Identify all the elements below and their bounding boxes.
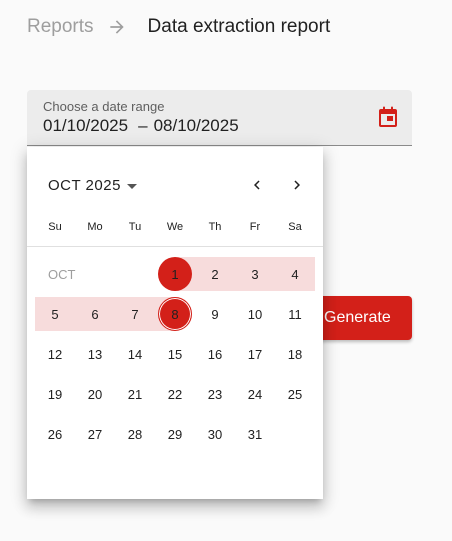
- weekday-label: Th: [208, 221, 222, 233]
- period-select-button[interactable]: OCT 2025: [48, 173, 137, 197]
- day-cell[interactable]: 20: [75, 374, 115, 414]
- day-number: 28: [127, 426, 143, 442]
- weekday-label: Sa: [288, 221, 302, 233]
- day-number: 22: [167, 386, 183, 402]
- day-cell[interactable]: 17: [235, 334, 275, 374]
- day-cell[interactable]: 31: [235, 414, 275, 454]
- calendar-week-row: OCT 1 2 3 4: [35, 254, 315, 294]
- page-title: Data extraction report: [147, 16, 331, 37]
- day-cell[interactable]: 10: [235, 294, 275, 334]
- chevron-left-icon[interactable]: [245, 173, 269, 197]
- day-cell[interactable]: 15: [155, 334, 195, 374]
- day-cell[interactable]: 30: [195, 414, 235, 454]
- day-number: 14: [127, 346, 143, 362]
- day-cell[interactable]: 22: [155, 374, 195, 414]
- day-number: 16: [207, 346, 223, 362]
- day-cell[interactable]: 4: [275, 254, 315, 294]
- empty-day-cell: [75, 254, 115, 294]
- day-number: 17: [247, 346, 263, 362]
- day-cell[interactable]: 3: [235, 254, 275, 294]
- day-number: 30: [207, 426, 223, 442]
- day-number: 27: [87, 426, 103, 442]
- day-number: 31: [247, 426, 263, 442]
- weekday-label: Fr: [249, 221, 261, 233]
- breadcrumb: Reports Data extraction report: [27, 14, 330, 40]
- day-cell[interactable]: 21: [115, 374, 155, 414]
- day-cell[interactable]: 5: [35, 294, 75, 334]
- day-cell[interactable]: 2: [195, 254, 235, 294]
- day-cell[interactable]: 18: [275, 334, 315, 374]
- weekday-label: Mo: [87, 221, 103, 233]
- calendar-week-row: 12 13 14 15 16 17 18: [35, 334, 315, 374]
- calendar-week-row: 19 20 21 22 23 24 25: [35, 374, 315, 414]
- day-number: 18: [287, 346, 303, 362]
- day-number: 4: [291, 266, 299, 282]
- day-cell[interactable]: 25: [275, 374, 315, 414]
- calendar-week-row: 5 6 7 8 9 10 11: [35, 294, 315, 334]
- day-cell[interactable]: 9: [195, 294, 235, 334]
- day-cell[interactable]: 7: [115, 294, 155, 334]
- day-number: 19: [47, 386, 63, 402]
- day-number: 10: [247, 306, 263, 322]
- calendar-icon[interactable]: [377, 106, 399, 128]
- day-cell[interactable]: 27: [75, 414, 115, 454]
- date-range-values: 01/10/2025 – 08/10/2025: [43, 116, 239, 136]
- day-number: 25: [287, 386, 303, 402]
- day-cell[interactable]: 12: [35, 334, 75, 374]
- calendar-header: OCT 2025: [27, 173, 323, 197]
- weekday-label: Su: [48, 221, 62, 233]
- empty-day-cell: [275, 414, 315, 454]
- day-number: 2: [211, 266, 219, 282]
- weekday-header: Su Mo Tu We Th Fr Sa: [35, 221, 315, 233]
- day-number: 9: [211, 306, 219, 322]
- day-cell[interactable]: 16: [195, 334, 235, 374]
- weekday-label: Tu: [128, 221, 142, 233]
- day-number: 13: [87, 346, 103, 362]
- day-number: 24: [247, 386, 263, 402]
- date-range-label: Choose a date range: [43, 99, 165, 114]
- date-range-calendar: OCT 2025 Su Mo Tu We Th Fr Sa OCT 1 2 3 4 5 6 7…: [27, 147, 323, 499]
- empty-day-cell: [35, 254, 75, 294]
- date-range-field[interactable]: Choose a date range 01/10/2025 – 08/10/2…: [27, 90, 412, 146]
- empty-day-cell: [115, 254, 155, 294]
- caret-down-icon: [126, 183, 137, 189]
- day-number: 1: [171, 266, 179, 282]
- day-cell[interactable]: 1: [155, 254, 195, 294]
- chevron-right-icon[interactable]: [285, 173, 309, 197]
- end-date-input[interactable]: 08/10/2025: [154, 116, 239, 136]
- day-number: 21: [127, 386, 143, 402]
- day-cell[interactable]: 28: [115, 414, 155, 454]
- day-number: 29: [167, 426, 183, 442]
- day-cell[interactable]: 26: [35, 414, 75, 454]
- date-range-separator: –: [138, 116, 148, 135]
- day-cell[interactable]: 29: [155, 414, 195, 454]
- day-cell[interactable]: 13: [75, 334, 115, 374]
- calendar-week-row: 26 27 28 29 30 31: [35, 414, 315, 454]
- start-date-input[interactable]: 01/10/2025: [43, 116, 128, 136]
- day-number: 6: [91, 306, 99, 322]
- day-number: 20: [87, 386, 103, 402]
- day-number: 26: [47, 426, 63, 442]
- weekday-label: We: [166, 221, 184, 233]
- day-cell[interactable]: 6: [75, 294, 115, 334]
- day-cell[interactable]: 8: [155, 294, 195, 334]
- calendar-divider: [27, 246, 323, 247]
- calendar-body: OCT 1 2 3 4 5 6 7 8 9 10 11 12 13 14 15 16 17 18 19 20 21 22 23…: [35, 254, 315, 454]
- day-number: 8: [171, 306, 179, 322]
- day-cell[interactable]: 19: [35, 374, 75, 414]
- day-number: 23: [207, 386, 223, 402]
- day-cell[interactable]: 14: [115, 334, 155, 374]
- day-number: 12: [47, 346, 63, 362]
- day-number: 7: [131, 306, 139, 322]
- period-label: OCT 2025: [48, 176, 121, 194]
- day-number: 3: [251, 266, 259, 282]
- day-cell[interactable]: 23: [195, 374, 235, 414]
- day-number: 15: [167, 346, 183, 362]
- arrow-right-icon: [106, 16, 128, 38]
- day-number: 5: [51, 306, 59, 322]
- day-cell[interactable]: 24: [235, 374, 275, 414]
- day-cell[interactable]: 11: [275, 294, 315, 334]
- breadcrumb-reports-link[interactable]: Reports: [27, 16, 94, 38]
- day-number: 11: [288, 306, 302, 322]
